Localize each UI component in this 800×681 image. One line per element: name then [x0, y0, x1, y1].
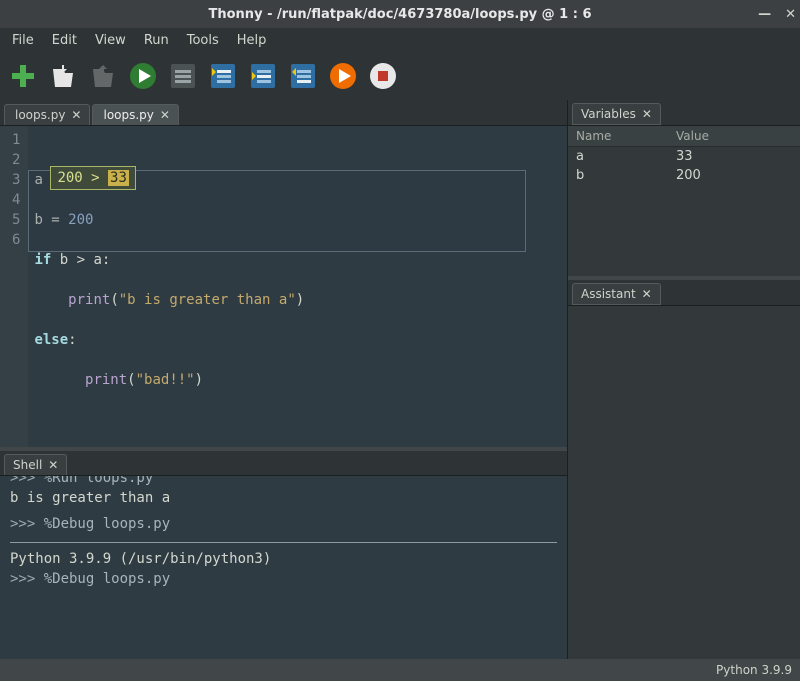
menu-view[interactable]: View [87, 31, 134, 50]
variables-row[interactable]: a 33 [568, 147, 800, 166]
menu-help[interactable]: Help [229, 31, 275, 50]
editor-tab-strip: loops.py ✕ loops.py ✕ [0, 100, 567, 126]
assistant-body[interactable] [568, 305, 800, 659]
debug-eval-tooltip: 200 > 33 [50, 166, 135, 190]
stop-icon [369, 62, 397, 90]
shell[interactable]: >>> %Run loops.py b is greater than a >>… [0, 475, 567, 659]
assistant-tab[interactable]: Assistant ✕ [572, 283, 661, 305]
resume-icon [329, 62, 357, 90]
stop-button[interactable] [368, 61, 398, 91]
variables-row[interactable]: b 200 [568, 166, 800, 185]
main-area: loops.py ✕ loops.py ✕ 1 2 3 4 5 6 a = 33… [0, 100, 800, 659]
editor-tab[interactable]: loops.py ✕ [4, 104, 90, 125]
step-out-icon [289, 62, 317, 90]
line-number: 4 [12, 190, 20, 210]
open-icon [51, 63, 75, 89]
shell-title: Shell [13, 458, 42, 472]
menubar: File Edit View Run Tools Help [0, 28, 800, 52]
step-into-icon [249, 62, 277, 90]
close-icon[interactable]: ✕ [642, 287, 652, 301]
close-icon[interactable]: ✕ [48, 458, 58, 472]
assistant-title: Assistant [581, 287, 636, 301]
step-over-button[interactable] [208, 61, 238, 91]
close-icon[interactable]: ✕ [160, 108, 170, 122]
close-icon[interactable]: ✕ [71, 108, 81, 122]
code-area[interactable]: a = 33 b = 200 if b > a: print("b is gre… [28, 126, 567, 447]
statusbar: Python 3.9.9 [0, 659, 800, 681]
titlebar: Thonny - /run/flatpak/doc/4673780a/loops… [0, 0, 800, 28]
variables-title: Variables [581, 107, 636, 121]
right-column: Variables ✕ Name Value a 33 b 200 [568, 100, 800, 659]
save-file-button[interactable] [88, 61, 118, 91]
shell-output: b is greater than a [10, 488, 557, 508]
close-icon[interactable]: ✕ [642, 107, 652, 121]
step-out-button[interactable] [288, 61, 318, 91]
line-gutter: 1 2 3 4 5 6 [0, 126, 28, 447]
debug-button[interactable] [168, 61, 198, 91]
save-icon [91, 63, 115, 89]
status-python-version[interactable]: Python 3.9.9 [716, 663, 792, 677]
menu-file[interactable]: File [4, 31, 42, 50]
variable-name: b [576, 168, 676, 183]
left-column: loops.py ✕ loops.py ✕ 1 2 3 4 5 6 a = 33… [0, 100, 568, 659]
play-icon [129, 62, 157, 90]
run-button[interactable] [128, 61, 158, 91]
line-number: 3 [12, 170, 20, 190]
line-number: 6 [12, 230, 20, 250]
variables-pane: Variables ✕ Name Value a 33 b 200 [568, 100, 800, 280]
variables-tab[interactable]: Variables ✕ [572, 103, 661, 125]
editor-tab-label: loops.py [103, 108, 153, 122]
editor-tab-label: loops.py [15, 108, 65, 122]
shell-separator [10, 542, 557, 543]
editor-tab[interactable]: loops.py ✕ [92, 104, 178, 125]
variable-name: a [576, 149, 676, 164]
code-editor[interactable]: 1 2 3 4 5 6 a = 33 b = 200 if b > a: pri… [0, 126, 567, 447]
line-number: 5 [12, 210, 20, 230]
step-into-button[interactable] [248, 61, 278, 91]
variables-table[interactable]: Name Value a 33 b 200 [568, 125, 800, 276]
plus-icon [10, 63, 36, 89]
toolbar [0, 52, 800, 100]
resume-button[interactable] [328, 61, 358, 91]
line-number: 1 [12, 130, 20, 150]
variables-col-value: Value [676, 129, 709, 143]
window-controls: — ✕ [758, 7, 796, 22]
shell-pane: Shell ✕ >>> %Run loops.py b is greater t… [0, 447, 567, 659]
line-number: 2 [12, 150, 20, 170]
menu-tools[interactable]: Tools [179, 31, 227, 50]
variables-col-name: Name [576, 129, 676, 143]
window-title: Thonny - /run/flatpak/doc/4673780a/loops… [209, 7, 592, 22]
shell-tab[interactable]: Shell ✕ [4, 454, 67, 476]
menu-run[interactable]: Run [136, 31, 177, 50]
shell-interpreter: Python 3.9.9 (/usr/bin/python3) [10, 549, 557, 569]
bug-icon [169, 62, 197, 90]
open-file-button[interactable] [48, 61, 78, 91]
step-over-icon [209, 62, 237, 90]
minimize-button[interactable]: — [758, 7, 771, 22]
menu-edit[interactable]: Edit [44, 31, 85, 50]
assistant-pane: Assistant ✕ [568, 280, 800, 659]
new-file-button[interactable] [8, 61, 38, 91]
variable-value: 33 [676, 149, 693, 164]
variable-value: 200 [676, 168, 701, 183]
variables-header: Name Value [568, 126, 800, 147]
close-button[interactable]: ✕ [785, 7, 796, 22]
